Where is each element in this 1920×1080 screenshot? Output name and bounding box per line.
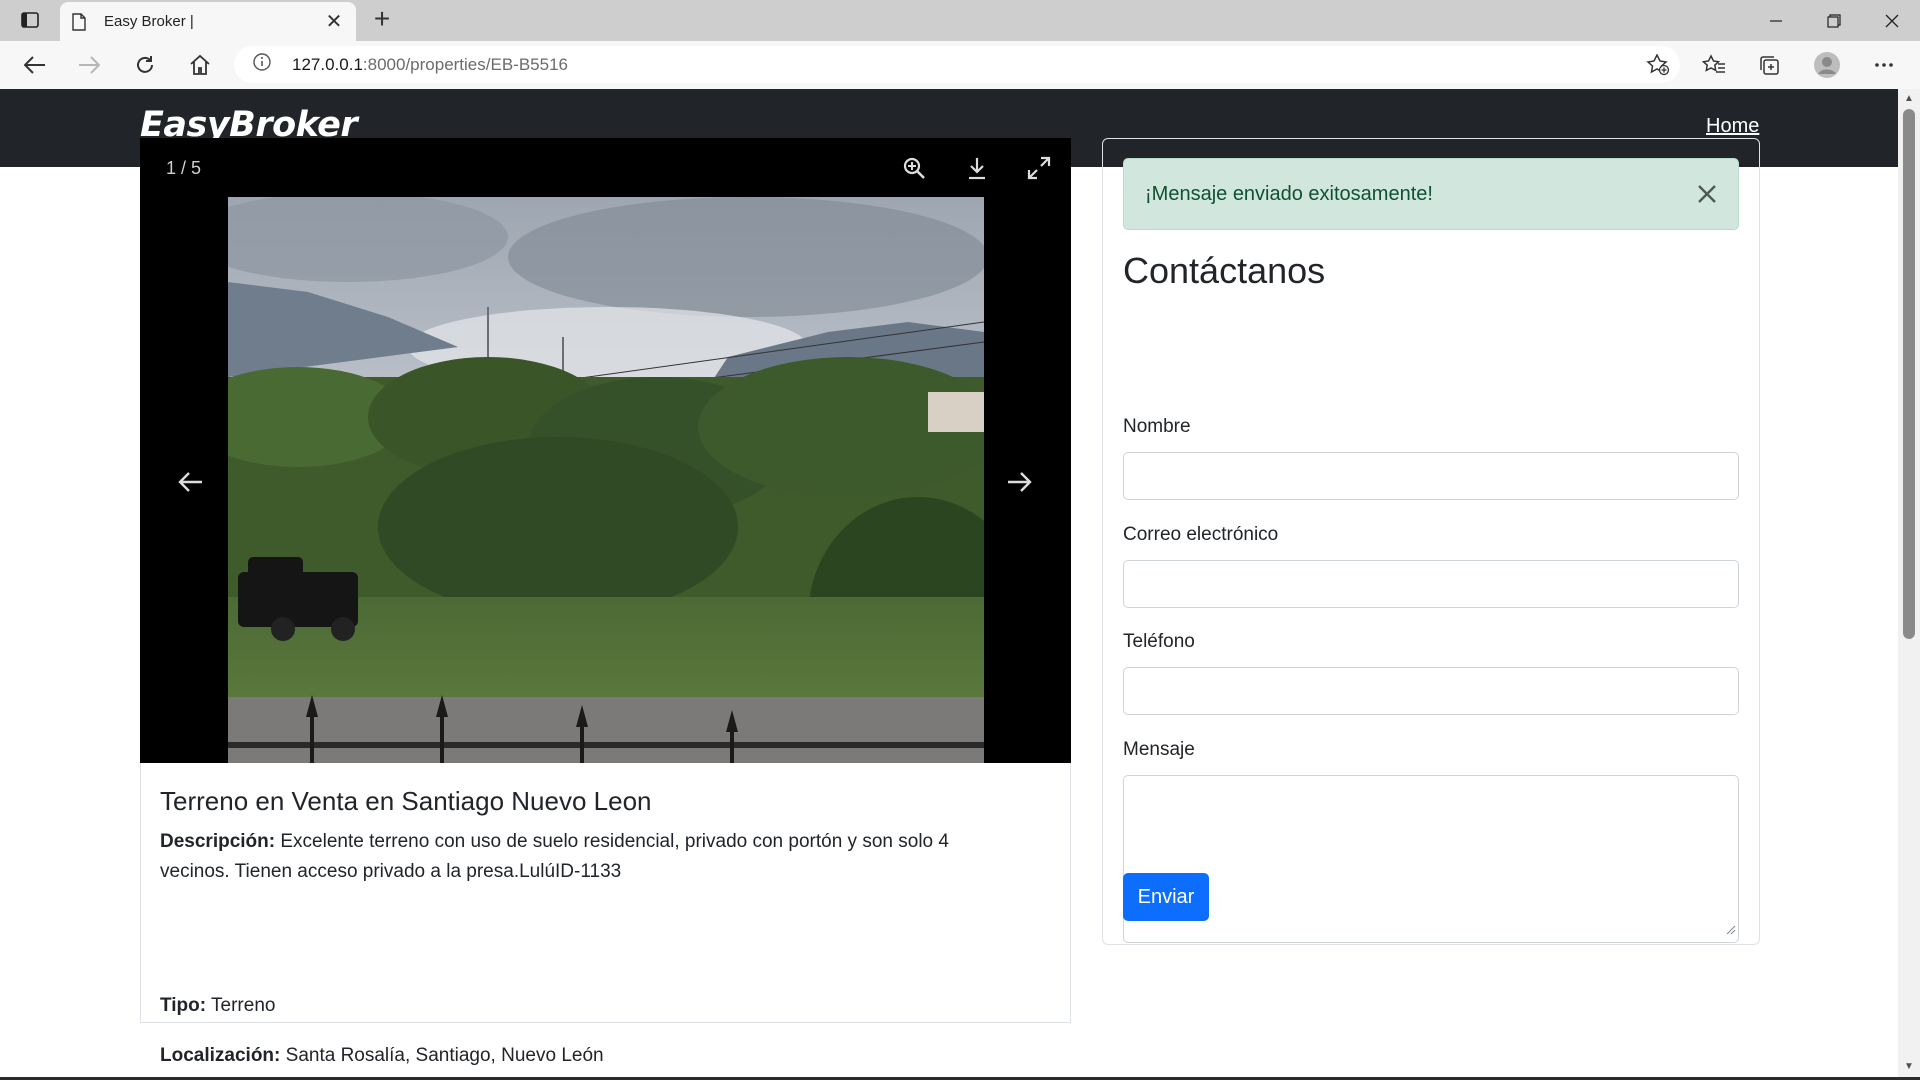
contact-title: Contáctanos xyxy=(1123,250,1326,291)
nav-home-link[interactable]: Home xyxy=(1706,115,1759,138)
property-title: Terreno en Venta en Santiago Nuevo Leon xyxy=(160,786,652,816)
favorites-icon[interactable] xyxy=(1697,49,1731,81)
browser-toolbar: 127.0.0.1:8000/properties/EB-B5516 xyxy=(0,41,1920,90)
browser-tab[interactable]: Easy Broker | ✕ xyxy=(60,2,356,41)
page-scrollbar[interactable]: ▲ ▼ xyxy=(1898,89,1920,1080)
add-favorite-icon[interactable] xyxy=(1646,53,1670,81)
restore-icon[interactable] xyxy=(1806,0,1862,41)
location-value: Santa Rosalía, Santiago, Nuevo León xyxy=(285,1045,604,1066)
resize-grip-icon[interactable] xyxy=(1726,922,1736,940)
photo-gallery: 1 / 5 xyxy=(140,138,1071,763)
gallery-counter: 1 / 5 xyxy=(166,158,202,178)
arrow-right-icon[interactable] xyxy=(1004,466,1036,498)
submit-button[interactable]: Enviar xyxy=(1123,873,1209,921)
name-label: Nombre xyxy=(1123,416,1191,437)
email-field[interactable] xyxy=(1123,560,1739,608)
tab-title: Easy Broker | xyxy=(104,13,194,30)
collections-icon[interactable] xyxy=(1752,49,1786,81)
plus-icon[interactable]: + xyxy=(368,5,396,34)
success-alert: ¡Mensaje enviado exitosamente! xyxy=(1123,158,1739,230)
tab-strip: Easy Broker | ✕ + xyxy=(0,0,1920,41)
more-icon[interactable] xyxy=(1867,49,1901,81)
url-host: 127.0.0.1 xyxy=(292,54,363,74)
profile-icon[interactable] xyxy=(1810,49,1844,81)
arrow-left-icon[interactable] xyxy=(174,466,206,498)
home-icon[interactable] xyxy=(183,49,217,81)
alert-message: ¡Mensaje enviado exitosamente! xyxy=(1145,183,1433,205)
page-icon xyxy=(72,12,92,31)
address-bar[interactable]: 127.0.0.1:8000/properties/EB-B5516 xyxy=(234,46,1680,83)
info-icon[interactable] xyxy=(252,52,272,77)
phone-label: Teléfono xyxy=(1123,631,1195,652)
type-value: Terreno xyxy=(211,995,276,1016)
scrollbar-thumb[interactable] xyxy=(1903,109,1915,639)
close-icon[interactable] xyxy=(1694,181,1720,207)
property-type: Tipo: Terreno xyxy=(160,995,275,1017)
message-label: Mensaje xyxy=(1123,739,1195,760)
download-icon[interactable] xyxy=(963,154,991,182)
back-icon[interactable] xyxy=(18,49,52,81)
close-window-icon[interactable] xyxy=(1864,0,1920,41)
close-icon[interactable]: ✕ xyxy=(324,9,344,34)
description-text: Excelente terreno con uso de suelo resid… xyxy=(160,831,949,882)
description-label: Descripción: xyxy=(160,831,276,852)
url-path: :8000/properties/EB-B5516 xyxy=(362,54,568,74)
phone-field[interactable] xyxy=(1123,667,1739,715)
refresh-icon[interactable] xyxy=(128,49,162,81)
property-location: Localización: Santa Rosalía, Santiago, N… xyxy=(160,1045,604,1067)
fullscreen-icon[interactable] xyxy=(1025,154,1053,182)
zoom-in-icon[interactable] xyxy=(900,154,928,182)
tab-actions-icon[interactable] xyxy=(14,8,46,32)
minimize-icon[interactable] xyxy=(1748,0,1804,41)
message-field[interactable] xyxy=(1123,775,1739,943)
forward-icon[interactable] xyxy=(72,49,106,81)
name-field[interactable] xyxy=(1123,452,1739,500)
location-label: Localización: xyxy=(160,1045,281,1066)
scroll-down-icon[interactable]: ▼ xyxy=(1903,1061,1915,1073)
email-label: Correo electrónico xyxy=(1123,524,1279,545)
scroll-up-icon[interactable]: ▲ xyxy=(1903,93,1915,105)
type-label: Tipo: xyxy=(160,995,207,1016)
property-description: Descripción: Excelente terreno con uso d… xyxy=(160,827,1020,887)
property-photo xyxy=(228,197,984,763)
